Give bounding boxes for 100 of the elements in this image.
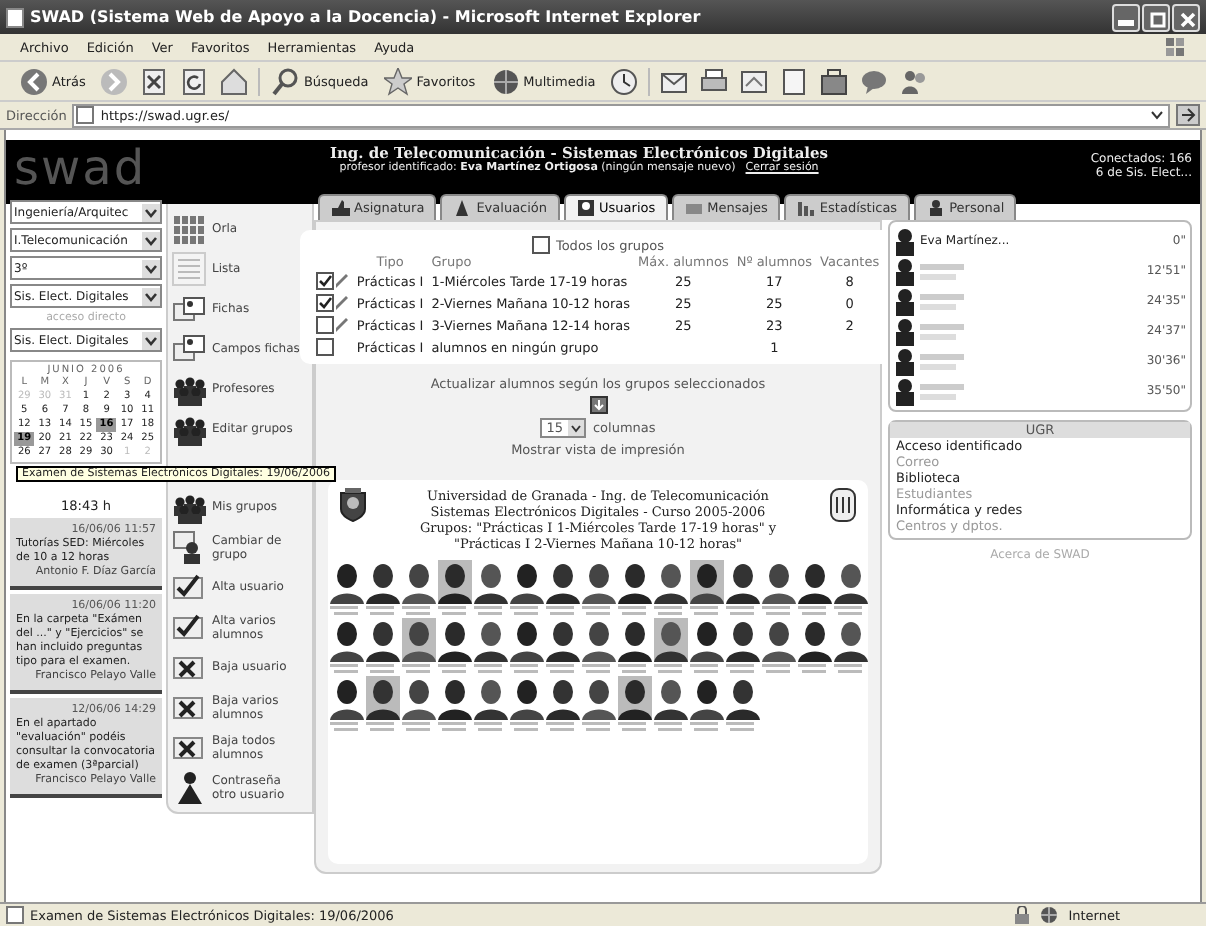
blurred-name-drawing: [582, 664, 614, 674]
blurred-name-drawing: [618, 722, 650, 732]
person-silhouette: [329, 676, 363, 720]
blurred-name-drawing: [438, 664, 470, 674]
blurred-name-drawing: [330, 722, 362, 732]
blurred-name-drawing: [618, 606, 650, 616]
people-group-icon: [172, 372, 206, 406]
people-group-icon: [172, 412, 206, 446]
speech-bubble-icon[interactable]: [859, 67, 888, 95]
blurred-name-drawing: [546, 722, 578, 732]
page-icon: [6, 906, 24, 924]
person-silhouette: [725, 676, 759, 720]
person-swap-icon: [172, 530, 206, 564]
blurred-name-drawing: [654, 664, 686, 674]
checkbox[interactable]: [316, 272, 335, 290]
person-silhouette: [725, 560, 759, 604]
checkbox[interactable]: [316, 338, 335, 356]
blurred-name-drawing: [690, 664, 722, 674]
home-icon[interactable]: [219, 67, 248, 95]
checkbox[interactable]: [531, 236, 550, 254]
person-silhouette: [545, 560, 579, 604]
stop-icon[interactable]: [139, 67, 168, 95]
blurred-name-drawing: [762, 606, 794, 616]
blurred-name-drawing: [330, 606, 362, 616]
toolbox-icon[interactable]: [819, 67, 848, 95]
blurred-name-drawing: [920, 381, 968, 401]
person-silhouette: [365, 618, 399, 662]
person-icon: [925, 198, 946, 218]
cards-icon: [172, 332, 206, 366]
person-silhouette: [581, 560, 615, 604]
bar-chart-icon: [795, 198, 816, 218]
person-silhouette: [473, 560, 507, 604]
blurred-name-drawing: [762, 664, 794, 674]
blurred-name-drawing: [402, 664, 434, 674]
page-icon: [76, 106, 95, 124]
blurred-name-drawing: [834, 606, 866, 616]
blurred-name-drawing: [920, 321, 968, 341]
refresh-icon[interactable]: [589, 396, 607, 414]
person-silhouette: [545, 618, 579, 662]
person-silhouette: [797, 560, 831, 604]
person-silhouette: [365, 560, 399, 604]
person-silhouette: [725, 618, 759, 662]
page-icon[interactable]: [779, 67, 808, 95]
blurred-name-drawing: [690, 722, 722, 732]
blurred-name-drawing: [726, 722, 758, 732]
blurred-name-drawing: [546, 606, 578, 616]
document-icon[interactable]: [739, 67, 768, 95]
blurred-name-drawing: [654, 606, 686, 616]
person-silhouette: [894, 257, 916, 285]
blurred-name-drawing: [834, 664, 866, 674]
people-icon[interactable]: [899, 67, 928, 95]
page-icon: [6, 7, 24, 27]
minimize-button[interactable]: [1112, 3, 1140, 31]
go-arrow-icon[interactable]: [1176, 104, 1200, 126]
blurred-name-drawing: [510, 664, 542, 674]
person-silhouette: [689, 618, 723, 662]
checkbox[interactable]: [316, 294, 335, 312]
person-silhouette: [894, 317, 916, 345]
dropdown-arrow-icon: [142, 203, 160, 221]
cards-icon: [172, 292, 206, 326]
person-silhouette: [894, 377, 916, 405]
dropdown-arrow-icon: [142, 287, 160, 305]
people-group-icon: [172, 490, 206, 524]
blurred-name-drawing: [920, 351, 968, 371]
person-silhouette: [833, 560, 867, 604]
minimize-icon: [1118, 19, 1134, 25]
person-silhouette: [401, 618, 435, 662]
checkbox[interactable]: [316, 316, 335, 334]
crest-icon: [830, 488, 856, 522]
lock-icon: [1014, 906, 1031, 924]
close-button[interactable]: [1172, 3, 1200, 31]
blurred-name-drawing: [330, 664, 362, 674]
refresh-icon[interactable]: [179, 67, 208, 95]
blurred-name-drawing: [366, 722, 398, 732]
close-icon: [1176, 7, 1200, 31]
person-silhouette: [509, 560, 543, 604]
blurred-name-drawing: [438, 606, 470, 616]
blurred-name-drawing: [798, 606, 830, 616]
person-silhouette: [833, 618, 867, 662]
blurred-name-drawing: [438, 722, 470, 732]
blurred-name-drawing: [546, 664, 578, 674]
photo-grid-icon: [172, 212, 206, 246]
blurred-name-drawing: [510, 606, 542, 616]
person-silhouette: [581, 618, 615, 662]
person-silhouette: [894, 287, 916, 315]
printer-icon[interactable]: [699, 67, 728, 95]
person-silhouette: [401, 676, 435, 720]
maximize-button[interactable]: [1142, 3, 1170, 31]
person-silhouette: [437, 618, 471, 662]
star-icon: [384, 67, 413, 95]
crest-icon: [340, 488, 366, 522]
blurred-name-drawing: [618, 664, 650, 674]
id-card-icon: [575, 198, 596, 218]
clock-icon[interactable]: [609, 67, 638, 95]
blurred-name-drawing: [402, 606, 434, 616]
blurred-name-drawing: [690, 606, 722, 616]
person-silhouette: [797, 618, 831, 662]
blurred-name-drawing: [726, 664, 758, 674]
dropdown-arrow-icon: [568, 420, 585, 436]
window-title: SWAD (Sistema Web de Apoyo a la Docencia) - Microsoft Internet Explorer: [30, 8, 703, 26]
